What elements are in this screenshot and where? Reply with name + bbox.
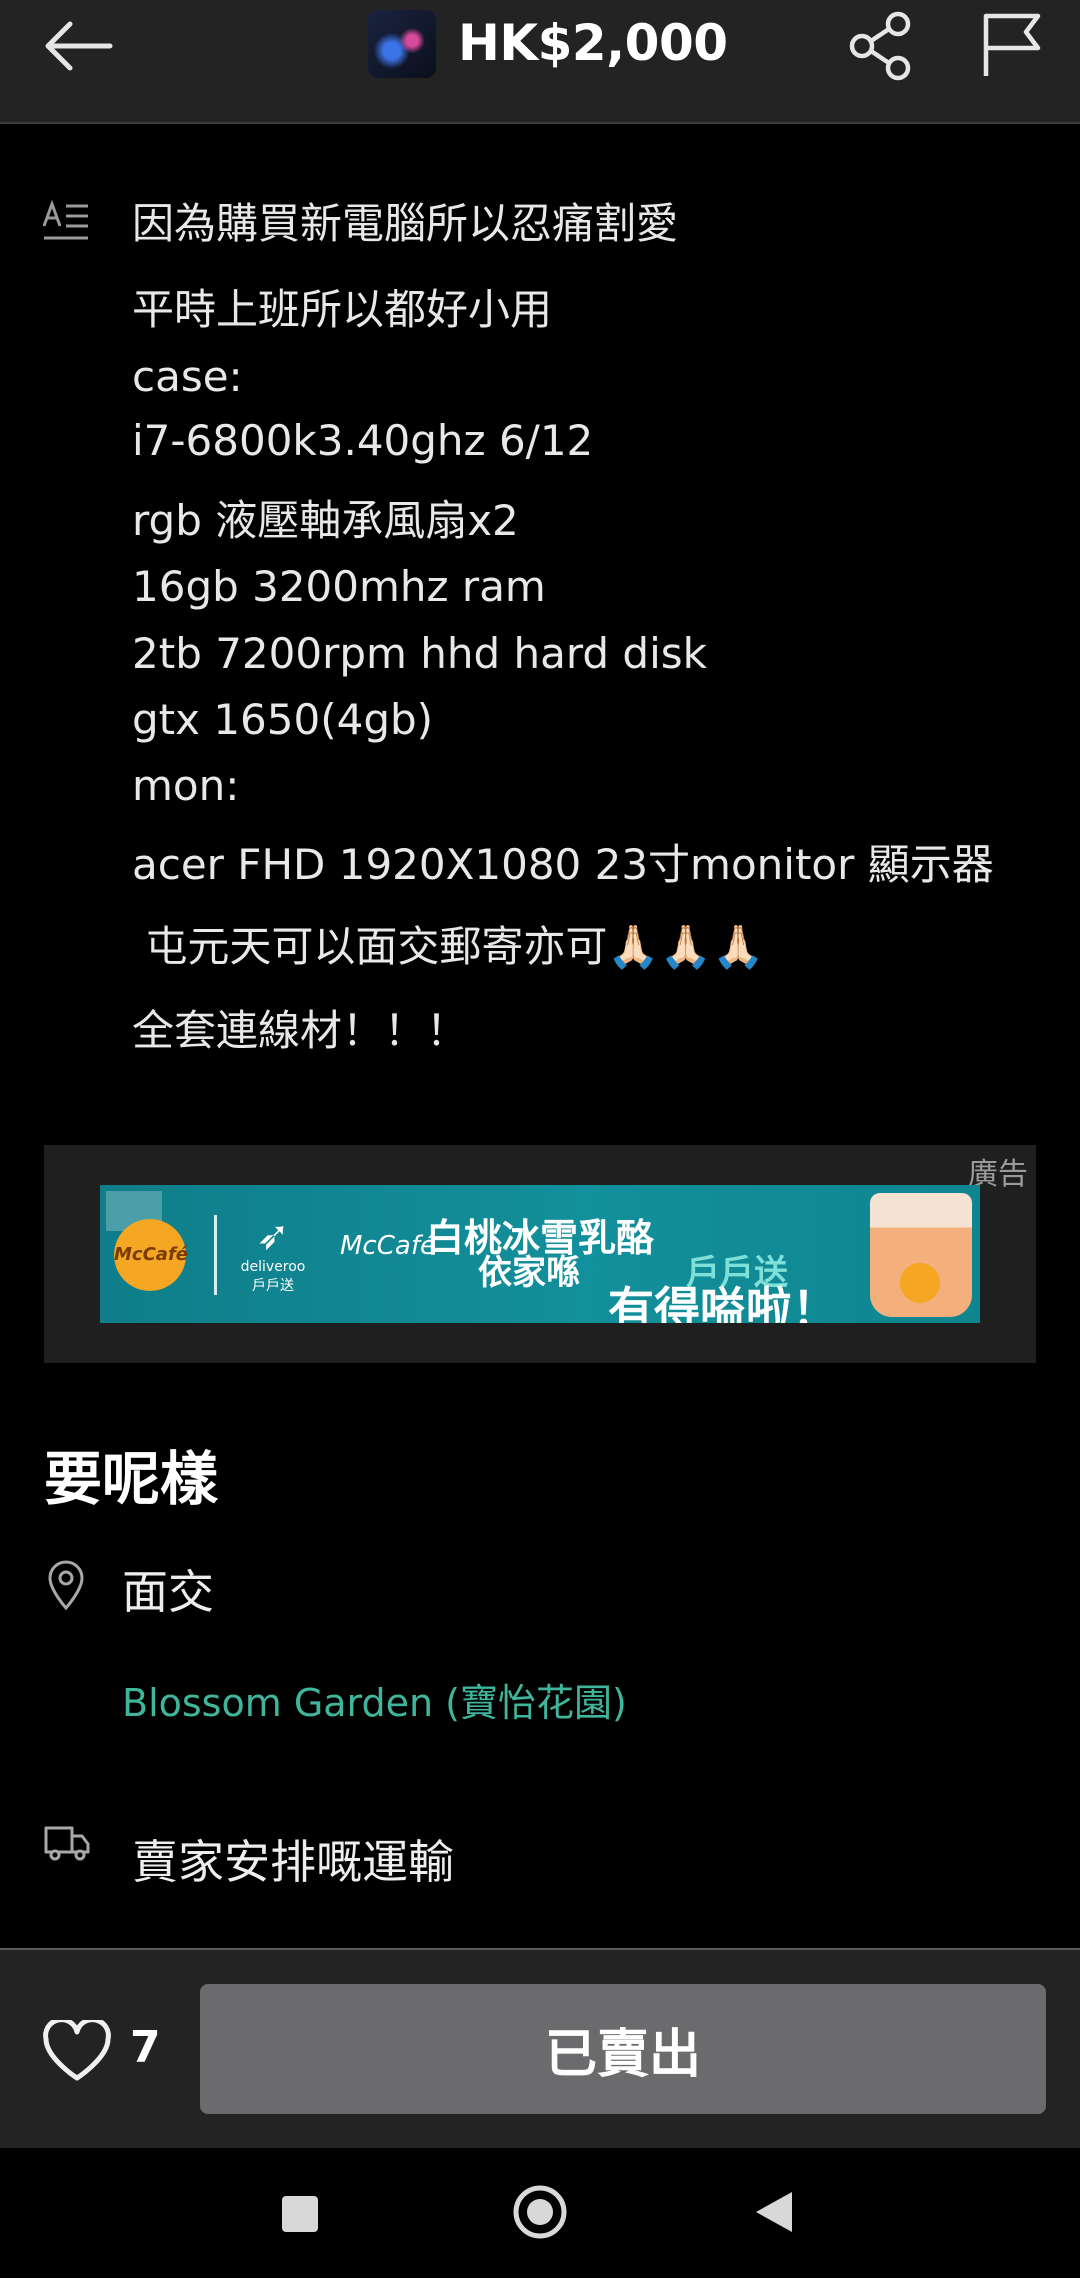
flag-icon[interactable] — [980, 10, 1044, 80]
description-line: 全套連線材！！！ — [132, 1006, 469, 1056]
ad-line2: 依家喺 — [478, 1253, 580, 1293]
meetup-location-link[interactable]: Blossom Garden (寶怡花園) — [122, 1672, 627, 1727]
description-line: 16gb 3200mhz ram — [132, 562, 546, 612]
description-line: case: — [132, 351, 243, 401]
description-line: 因為購買新電腦所以忍痛割愛 — [132, 199, 679, 248]
description-line: 2tb 7200rpm hhd hard disk — [132, 628, 707, 678]
listing-description: 因為購買新電腦所以忍痛割愛 平時上班所以都好小用 case: i7-6800k3… — [132, 199, 1032, 1056]
description-icon — [42, 200, 88, 240]
sold-status-button[interactable]: 已賣出 — [200, 1984, 1046, 2114]
delivery-truck-icon — [44, 1826, 90, 1861]
listing-thumbnail — [368, 10, 436, 78]
ad-banner[interactable]: McCafé ➶ deliveroo 戶戶送 McCafé 白桃冰雪乳酪 依家喺… — [100, 1185, 980, 1323]
description-line: i7-6800k3.40ghz 6/12 — [132, 415, 594, 465]
location-pin-icon — [48, 1560, 84, 1611]
description-line: mon: — [132, 761, 240, 811]
ad-divider — [214, 1215, 217, 1295]
listing-price: HK$2,000 — [458, 14, 728, 72]
back-arrow-icon[interactable] — [40, 18, 116, 74]
shipping-label: 賣家安排嘅運輸 — [132, 1835, 454, 1889]
advertisement[interactable]: 廣告 McCafé ➶ deliveroo 戶戶送 McCafé 白桃冰雪乳酪 … — [44, 1145, 1036, 1363]
system-navigation-bar — [0, 2148, 1080, 2278]
description-line: gtx 1650(4gb) — [132, 695, 434, 745]
bottom-action-bar: 7 已賣出 — [0, 1948, 1080, 2150]
description-line: rgb 液壓軸承風扇x2 — [132, 496, 519, 546]
deliveroo-text: deliveroo — [240, 1259, 306, 1275]
drink-cup-image — [870, 1193, 972, 1317]
section-title: 要呢樣 — [44, 1445, 219, 1513]
description-line: 屯元天可以面交郵寄亦可🙏🏻🙏🏻🙏🏻 — [132, 921, 765, 971]
top-app-bar: HK$2,000 — [0, 0, 1080, 124]
description-line: acer FHD 1920X1080 23寸monitor 顯示器 — [132, 839, 994, 889]
share-icon[interactable] — [846, 10, 918, 82]
deliveroo-logo: ➶ deliveroo 戶戶送 — [238, 1213, 308, 1295]
deliveroo-kangaroo-icon: ➶ — [256, 1213, 290, 1259]
mccafe-logo: McCafé — [114, 1219, 188, 1291]
like-count: 7 — [130, 2022, 161, 2073]
ad-line3: 有得嗌啦！ — [608, 1282, 838, 1323]
ad-mccafe-word: McCafé — [340, 1231, 436, 1261]
heart-icon[interactable] — [42, 2020, 112, 2082]
meetup-label: 面交 — [122, 1565, 214, 1619]
recents-icon[interactable] — [280, 2194, 320, 2234]
description-line: 平時上班所以都好小用 — [132, 285, 553, 335]
deliveroo-subtext: 戶戶送 — [252, 1278, 294, 1294]
home-icon[interactable] — [512, 2184, 568, 2240]
back-triangle-icon[interactable] — [752, 2188, 796, 2236]
